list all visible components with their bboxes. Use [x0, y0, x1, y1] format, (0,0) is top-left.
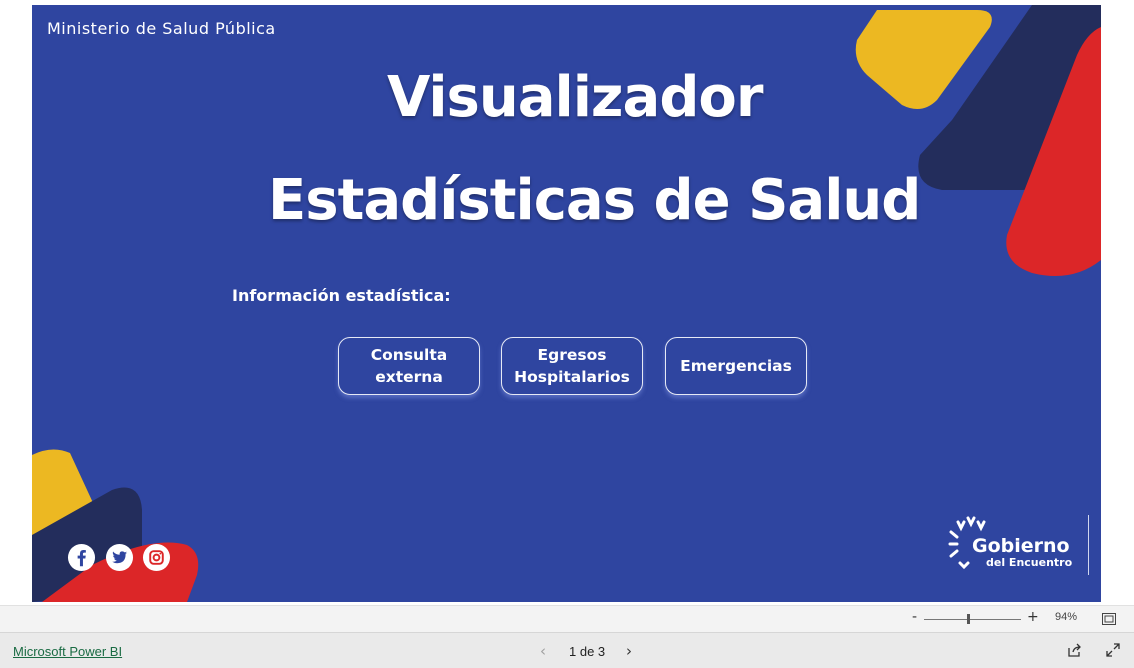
zoom-level: 94% — [1055, 611, 1078, 623]
power-bi-link[interactable]: Microsoft Power BI — [13, 644, 122, 659]
egresos-hospitalarios-button[interactable]: Egresos Hospitalarios — [501, 337, 643, 395]
consulta-externa-button[interactable]: Consulta externa — [338, 337, 480, 395]
share-icon[interactable] — [1067, 643, 1082, 657]
fullscreen-icon[interactable] — [1106, 643, 1120, 657]
gobierno-logo-text: Gobierno del Encuentro — [972, 536, 1072, 570]
zoom-out-button[interactable]: - — [912, 609, 917, 625]
instagram-icon[interactable] — [142, 543, 171, 572]
logo-line1: Gobierno — [972, 535, 1070, 557]
emergencias-button[interactable]: Emergencias — [665, 337, 807, 395]
footer-bar: Microsoft Power BI ‹ 1 de 3 › — [0, 632, 1134, 668]
logo-divider — [1088, 515, 1089, 575]
report-canvas: Ministerio de Salud Pública Visualizador… — [32, 5, 1101, 602]
zoom-toolbar: - + 94% — [0, 605, 1134, 632]
ministry-name: Ministerio de Salud Pública — [47, 19, 276, 38]
facebook-icon[interactable] — [67, 543, 96, 572]
zoom-slider-track[interactable] — [924, 619, 1021, 620]
next-page-icon[interactable]: › — [626, 642, 632, 660]
fit-to-page-icon[interactable] — [1102, 613, 1116, 625]
logo-line2: del Encuentro — [986, 556, 1073, 569]
zoom-in-button[interactable]: + — [1027, 609, 1039, 625]
title-estadisticas: Estadísticas de Salud — [268, 168, 921, 233]
previous-page-icon[interactable]: ‹ — [540, 642, 546, 660]
zoom-slider-handle[interactable] — [966, 614, 970, 624]
title-visualizador: Visualizador — [387, 65, 763, 130]
info-label: Información estadística: — [232, 286, 451, 305]
twitter-icon[interactable] — [105, 543, 134, 572]
page-indicator: 1 de 3 — [569, 644, 606, 659]
